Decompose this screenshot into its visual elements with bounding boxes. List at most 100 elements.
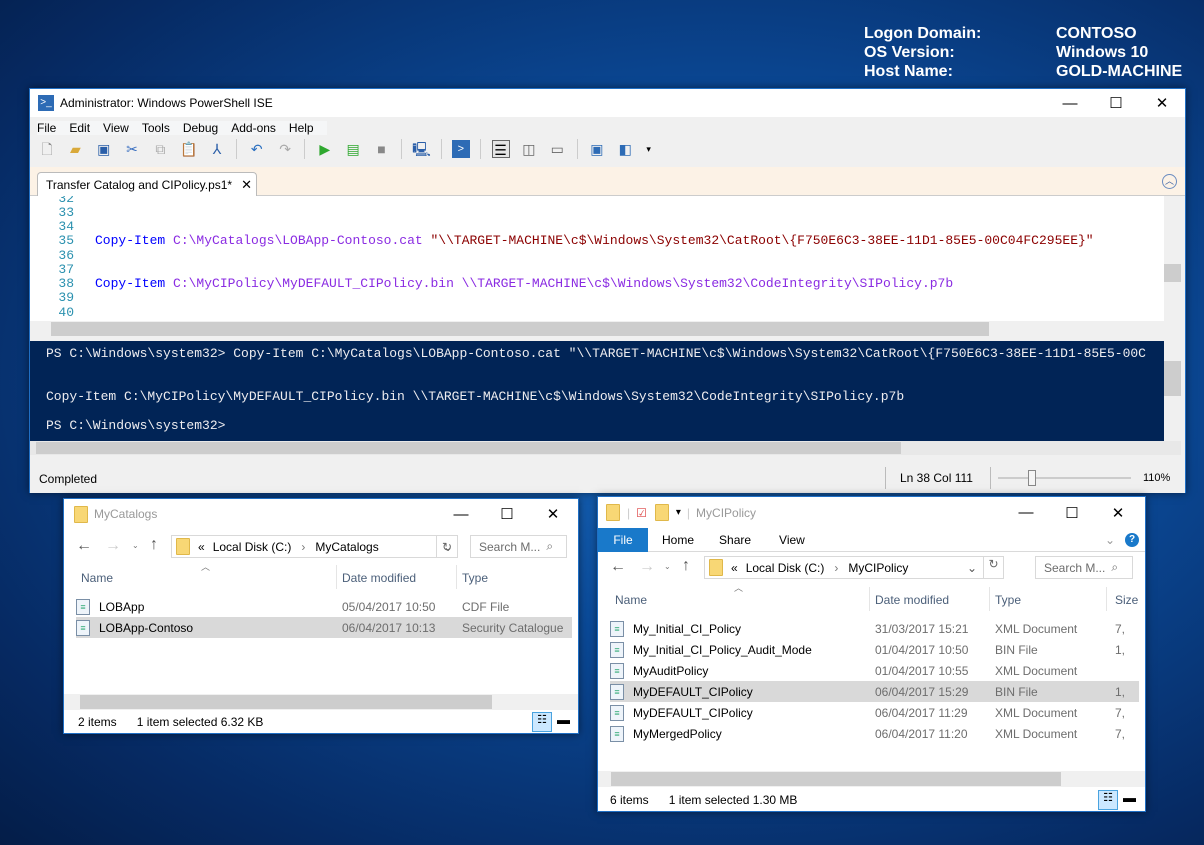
console-icon[interactable]: > [451, 140, 470, 158]
recent-icon[interactable]: ⌄ [132, 541, 139, 550]
breadcrumb-separator[interactable]: › [834, 561, 838, 575]
file-row[interactable]: ≡ MyDEFAULT_CIPolicy 06/04/2017 15:29 BIN F… [610, 681, 1139, 702]
ribbon-tab-file[interactable]: File [598, 527, 648, 552]
menu-help[interactable]: Help [289, 121, 314, 135]
breadcrumb-separator[interactable]: › [301, 540, 305, 554]
menu-file[interactable]: File [37, 121, 56, 135]
run-icon[interactable]: ▶ [316, 140, 334, 158]
new-folder-icon[interactable] [654, 504, 669, 521]
back-icon[interactable]: ← [76, 537, 92, 555]
clear-icon[interactable]: ⅄ [208, 140, 226, 158]
collapse-script-pane-icon[interactable]: ︿ [1162, 174, 1177, 189]
forward-icon[interactable]: → [639, 558, 655, 576]
close-button[interactable]: ✕ [530, 499, 576, 529]
menu-view[interactable]: View [103, 121, 129, 135]
file-row[interactable]: ≡ MyMergedPolicy 06/04/2017 11:20 XML Docum… [610, 723, 1139, 744]
details-view-icon[interactable]: ☷ [532, 712, 552, 732]
script-editor[interactable]: 32 33 34 35 36 37 38 39 40 Copy-Item C:\… [30, 196, 1164, 321]
editor-horizontal-scrollbar[interactable] [30, 321, 1181, 338]
maximize-button[interactable]: ☐ [484, 499, 530, 529]
dropdown-icon[interactable]: ⌄ [967, 561, 977, 575]
menu-addons[interactable]: Add-ons [231, 121, 276, 135]
recent-icon[interactable]: ⌄ [664, 562, 671, 571]
maximize-button[interactable]: ☐ [1093, 89, 1139, 117]
file-row[interactable]: ≡ LOBApp 05/04/2017 10:50 CDF File [76, 596, 572, 617]
editor-vertical-scrollbar[interactable] [1164, 196, 1181, 321]
refresh-button[interactable]: ↻ [983, 557, 1003, 578]
file-row[interactable]: ≡ My_Initial_CI_Policy_Audit_Mode 01/04/20… [610, 639, 1139, 660]
column-size[interactable]: Size [1115, 593, 1138, 607]
minimize-button[interactable]: — [1003, 497, 1049, 528]
column-type[interactable]: Type [995, 593, 1021, 607]
maximize-button[interactable]: ☐ [1049, 497, 1095, 528]
copy-icon[interactable]: ⧉ [151, 140, 169, 158]
console-horizontal-scrollbar[interactable] [30, 441, 1181, 455]
search-input[interactable]: Search M... ⌕ [1035, 556, 1133, 579]
undo-icon[interactable]: ↶ [248, 140, 266, 158]
breadcrumb-mycipolicy[interactable]: MyCIPolicy [848, 561, 908, 575]
stop-icon[interactable]: ■ [372, 140, 390, 158]
up-icon[interactable]: ↑ [682, 557, 690, 575]
tab-close-icon[interactable]: ✕ [241, 177, 252, 193]
back-icon[interactable]: ← [610, 558, 626, 576]
properties-icon[interactable]: ☑ [636, 506, 647, 520]
horizontal-scrollbar[interactable] [598, 771, 1145, 787]
layout-max-icon[interactable]: ▭ [548, 140, 566, 158]
close-button[interactable]: ✕ [1095, 497, 1141, 528]
large-icons-view-icon[interactable]: ▬ [1123, 790, 1136, 805]
ribbon-tab-home[interactable]: Home [662, 533, 694, 547]
layout-right-icon[interactable]: ◫ [520, 140, 538, 158]
breadcrumb-mycatalogs[interactable]: MyCatalogs [315, 540, 378, 554]
file-row[interactable]: ≡ MyAuditPolicy 01/04/2017 10:55 XML Docume… [610, 660, 1139, 681]
breadcrumb-local-disk[interactable]: Local Disk (C:) [213, 540, 292, 554]
show-addon-icon[interactable]: ◧ [616, 140, 634, 158]
address-bar[interactable]: « Local Disk (C:) › MyCatalogs ⌄ [171, 535, 458, 558]
open-icon[interactable]: ▰ [66, 140, 84, 158]
ribbon-tab-share[interactable]: Share [719, 533, 751, 547]
remote-icon[interactable]: 🖳 [412, 140, 431, 158]
tab-script[interactable]: Transfer Catalog and CIPolicy.ps1* ✕ [37, 172, 257, 196]
search-input[interactable]: Search M... ⌕ [470, 535, 567, 558]
column-type[interactable]: Type [462, 571, 488, 585]
column-date-modified[interactable]: Date modified [342, 571, 416, 585]
menu-tools[interactable]: Tools [142, 121, 170, 135]
customize-quick-access-icon[interactable]: ▾ [676, 507, 681, 518]
file-row[interactable]: ≡ MyDEFAULT_CIPolicy 06/04/2017 11:29 XML D… [610, 702, 1139, 723]
address-bar[interactable]: « Local Disk (C:) › MyCIPolicy ⌄ ↻ [704, 556, 1004, 579]
column-name[interactable]: Name [81, 571, 113, 585]
help-icon[interactable]: ? [1125, 532, 1139, 547]
file-row[interactable]: ≡ LOBApp-Contoso 06/04/2017 10:13 Security … [76, 617, 572, 638]
overflow-icon[interactable]: ▾ [645, 140, 653, 158]
refresh-button[interactable]: ↻ [436, 535, 458, 558]
breadcrumb-local-disk[interactable]: Local Disk (C:) [746, 561, 825, 575]
forward-icon[interactable]: → [105, 537, 121, 555]
file-row[interactable]: ≡ My_Initial_CI_Policy 31/03/2017 15:21 XML… [610, 618, 1139, 639]
column-name[interactable]: Name [615, 593, 647, 607]
layout-top-icon[interactable]: ☰ [491, 140, 510, 158]
console-pane[interactable]: PS C:\Windows\system32> Copy-Item C:\MyC… [30, 341, 1164, 441]
column-date-modified[interactable]: Date modified [875, 593, 949, 607]
large-icons-view-icon[interactable]: ▬ [557, 712, 570, 727]
save-icon[interactable]: ▣ [95, 140, 113, 158]
redo-icon[interactable]: ↷ [276, 140, 294, 158]
expand-ribbon-icon[interactable]: ⌄ [1105, 533, 1115, 547]
show-command-icon[interactable]: ▣ [588, 140, 606, 158]
cut-icon[interactable]: ✂ [123, 140, 141, 158]
minimize-button[interactable]: — [438, 499, 484, 529]
run-selection-icon[interactable]: ▤ [344, 140, 362, 158]
console-vertical-scrollbar[interactable] [1164, 341, 1181, 441]
details-view-icon[interactable]: ☷ [1098, 790, 1118, 810]
ribbon-tab-view[interactable]: View [779, 533, 805, 547]
horizontal-scrollbar[interactable] [64, 694, 578, 710]
title-bar[interactable]: MyCatalogs — ☐ ✕ [64, 499, 578, 529]
title-bar[interactable]: | ☑ ▾ | MyCIPolicy — ☐ ✕ [598, 497, 1145, 528]
paste-icon[interactable]: 📋 [180, 140, 198, 158]
title-bar[interactable]: >_ Administrator: Windows PowerShell ISE… [30, 89, 1185, 117]
up-icon[interactable]: ↑ [150, 536, 158, 554]
menu-edit[interactable]: Edit [69, 121, 90, 135]
close-button[interactable]: ✕ [1139, 89, 1185, 117]
minimize-button[interactable]: — [1047, 89, 1093, 117]
zoom-slider[interactable] [998, 470, 1131, 486]
new-icon[interactable]: 🗋 [38, 140, 56, 158]
menu-debug[interactable]: Debug [183, 121, 218, 135]
